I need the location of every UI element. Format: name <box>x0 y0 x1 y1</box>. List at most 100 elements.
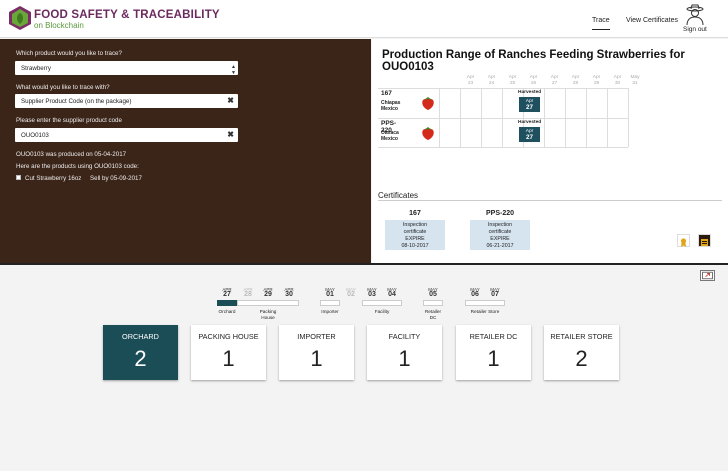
product-checkbox[interactable] <box>16 175 21 180</box>
produced-text: OUO0103 was produced on 05-04-2017 <box>16 151 127 158</box>
code-input-value: OUO0103 <box>21 132 49 139</box>
stage-name: IMPORTER <box>297 332 336 341</box>
grid-line <box>502 88 503 147</box>
timeline-date: MAY 01 <box>325 287 335 298</box>
stage-count: 2 <box>575 346 588 371</box>
award-button[interactable] <box>677 234 690 247</box>
select-arrows-icon: ▲ ▼ <box>231 64 236 76</box>
stage-card-retailer-dc[interactable]: RETAILER DC 1 <box>456 325 531 380</box>
grid-line <box>544 88 545 147</box>
nav-view-certificates[interactable]: View Certificates <box>626 17 678 24</box>
calendar-day: May 31 <box>630 75 640 86</box>
harvested-label: Harvested <box>518 90 542 95</box>
timeline-label: Retailer DC <box>424 309 442 320</box>
calendar-day: Apr 24 <box>487 75 496 86</box>
grid-line <box>460 88 461 147</box>
stage-name: RETAILER STORE <box>550 332 613 341</box>
grid-line <box>586 88 587 147</box>
calendar-day: Apr 23 <box>466 75 475 86</box>
clear-icon[interactable]: ✖ <box>227 96 234 105</box>
timeline-date: APR 28 <box>243 287 253 298</box>
harvested-label: Harvested <box>518 120 542 125</box>
divider <box>378 200 722 201</box>
strawberry-icon <box>422 127 434 140</box>
calendar-day: Apr 27 <box>550 75 559 86</box>
trace-with-field[interactable]: Supplier Product Code (on the package) ✖ <box>15 94 238 108</box>
timeline-date: MAY 05 <box>428 287 438 298</box>
stage-card-orchard[interactable]: ORCHARD 2 <box>103 325 178 380</box>
calendar-day: Apr 30 <box>613 75 622 86</box>
leaf-logo-icon <box>9 6 31 30</box>
timeline-date: APR 27 <box>222 287 232 298</box>
brand-subtitle: on Blockchain <box>34 21 84 30</box>
certificate-ranch-id: PPS-220 <box>485 210 515 217</box>
timeline-segment-facility[interactable] <box>362 300 402 306</box>
products-using-text: Here are the products using OUO0103 code… <box>16 163 139 170</box>
trace-with-question: What would you like to trace with? <box>16 84 110 91</box>
grid-line <box>481 88 482 147</box>
stage-count: 1 <box>222 346 235 371</box>
sign-out-link[interactable]: Sign out <box>683 26 707 33</box>
timeline-date: MAY 07 <box>490 287 500 298</box>
farmer-avatar-icon[interactable] <box>684 4 706 26</box>
grid-line <box>378 147 628 148</box>
timeline-label: Orchard <box>218 309 236 314</box>
stage-name: FACILITY <box>388 332 421 341</box>
timeline-date: MAY 03 <box>367 287 377 298</box>
stage-count: 1 <box>398 346 411 371</box>
stage-name: ORCHARD <box>122 332 159 341</box>
timeline-segment-packing[interactable] <box>237 300 299 306</box>
certificate-card[interactable]: Inspection certificate EXPIRE 08-10-2017 <box>385 220 445 250</box>
grid-line <box>607 88 608 147</box>
harvest-date-badge[interactable]: Apr 27 <box>519 97 540 112</box>
grid-line <box>439 88 440 147</box>
timeline-date: MAY 04 <box>387 287 397 298</box>
clear-icon[interactable]: ✖ <box>227 130 234 139</box>
product-select-value: Strawberry <box>21 65 51 72</box>
award-icon <box>680 238 687 247</box>
grid-line <box>628 88 629 147</box>
product-item-name: Cut Strawberry 16oz <box>25 175 82 182</box>
stage-card-importer[interactable]: IMPORTER 1 <box>279 325 354 380</box>
grid-line <box>378 118 628 119</box>
stage-card-packing-house[interactable]: PACKING HOUSE 1 <box>191 325 266 380</box>
timeline-segment-retailer-dc[interactable] <box>423 300 443 306</box>
calendar-day: Apr 29 <box>592 75 601 86</box>
stage-count: 1 <box>487 346 500 371</box>
stage-count: 1 <box>310 346 323 371</box>
stage-card-facility[interactable]: FACILITY 1 <box>367 325 442 380</box>
product-select[interactable]: Strawberry ▲ ▼ <box>15 61 238 76</box>
calendar-day: Apr 25 <box>508 75 517 86</box>
timeline-label: Importer <box>321 309 339 314</box>
ranch-id: 167 <box>381 90 392 97</box>
timeline-date: MAY 06 <box>470 287 480 298</box>
nav-trace[interactable]: Trace <box>592 17 610 30</box>
harvest-date-badge[interactable]: Apr 27 <box>519 127 540 142</box>
trace-with-value: Supplier Product Code (on the package) <box>21 98 132 105</box>
calendar-day: Apr 26 <box>529 75 538 86</box>
ranch-location: Oaxaca Mexico <box>381 130 399 142</box>
certificate-ranch-id: 167 <box>409 210 421 217</box>
code-question: Please enter the supplier product code <box>16 117 122 124</box>
app-header: FOOD SAFETY & TRACEABILITY on Blockchain… <box>0 0 728 38</box>
stage-card-retailer-store[interactable]: RETAILER STORE 2 <box>544 325 619 380</box>
timeline-date: MAY 02 <box>346 287 356 298</box>
strawberry-icon <box>422 97 434 110</box>
stage-name: PACKING HOUSE <box>198 332 259 341</box>
product-question: Which product would you like to trace? <box>16 50 122 57</box>
timeline-segment-orchard[interactable] <box>217 300 237 306</box>
brand-title: FOOD SAFETY & TRACEABILITY <box>34 9 220 21</box>
section-divider <box>0 263 728 265</box>
code-input[interactable]: OUO0103 ✖ <box>15 128 238 142</box>
timeline-segment-importer[interactable] <box>320 300 340 306</box>
certificate-icon <box>701 239 708 246</box>
expand-icon[interactable] <box>700 270 715 281</box>
stage-count: 2 <box>134 346 147 371</box>
stage-name: RETAILER DC <box>469 332 518 341</box>
certificate-card[interactable]: Inspection certificate EXPIRE 06-21-2017 <box>470 220 530 250</box>
certificate-button[interactable] <box>698 234 711 247</box>
timeline-date: APR 30 <box>284 287 294 298</box>
certificates-title: Certificates <box>378 191 419 200</box>
timeline-segment-retailer-store[interactable] <box>465 300 505 306</box>
product-item-sellby: Sell by 05-09-2017 <box>90 175 142 182</box>
